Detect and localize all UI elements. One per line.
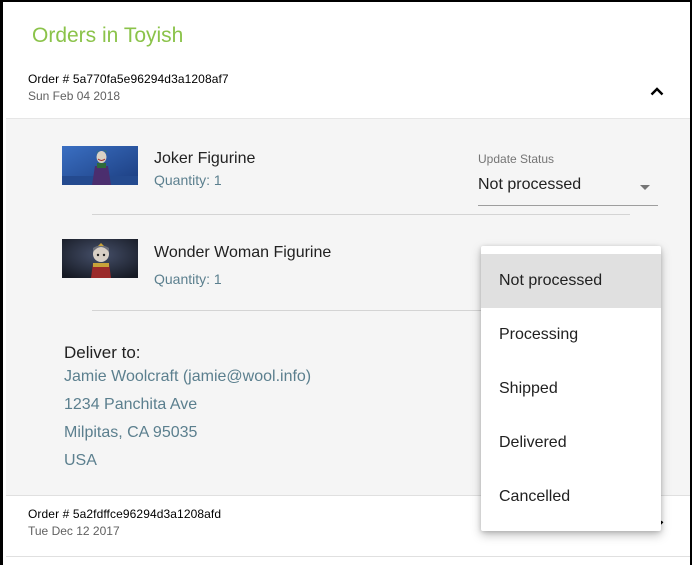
item-name: Joker Figurine bbox=[154, 150, 256, 167]
delivery-city: Milpitas, CA 95035 bbox=[64, 424, 198, 441]
item-divider bbox=[92, 310, 484, 311]
order-date: Sun Feb 04 2018 bbox=[28, 89, 121, 103]
status-option-cancelled[interactable]: Cancelled bbox=[481, 470, 661, 524]
wonder-woman-figurine-thumbnail bbox=[62, 239, 138, 278]
status-option-not-processed[interactable]: Not processed bbox=[481, 254, 661, 308]
status-selected-value: Not processed bbox=[478, 176, 582, 193]
item-divider bbox=[92, 214, 630, 215]
orders-card: Orders in Toyish Order # 5a770fa5e96294d… bbox=[0, 0, 692, 565]
dropdown-arrow-icon bbox=[640, 185, 650, 190]
item-quantity: Quantity: 1 bbox=[154, 271, 222, 287]
delivery-name: Jamie Woolcraft (jamie@wool.info) bbox=[64, 368, 312, 385]
delivery-country: USA bbox=[64, 452, 97, 469]
order-header-1[interactable]: Order # 5a770fa5e96294d3a1208af7 Sun Feb… bbox=[28, 72, 690, 116]
status-select[interactable]: Not processed bbox=[478, 170, 658, 206]
delivery-street: 1234 Panchita Ave bbox=[64, 396, 198, 413]
status-option-delivered[interactable]: Delivered bbox=[481, 416, 661, 470]
page-title: Orders in Toyish bbox=[32, 24, 184, 47]
update-status-label: Update Status bbox=[478, 152, 555, 166]
joker-figurine-thumbnail bbox=[62, 146, 138, 185]
status-dropdown-menu: Not processed Processing Shipped Deliver… bbox=[481, 246, 661, 531]
status-option-processing[interactable]: Processing bbox=[481, 308, 661, 362]
item-name: Wonder Woman Figurine bbox=[154, 244, 332, 261]
status-option-shipped[interactable]: Shipped bbox=[481, 362, 661, 416]
deliver-to-heading: Deliver to: bbox=[64, 343, 141, 362]
order-divider bbox=[6, 556, 690, 557]
order-id: Order # 5a770fa5e96294d3a1208af7 bbox=[28, 72, 229, 86]
chevron-up-icon[interactable] bbox=[646, 80, 668, 102]
item-quantity: Quantity: 1 bbox=[154, 172, 222, 188]
